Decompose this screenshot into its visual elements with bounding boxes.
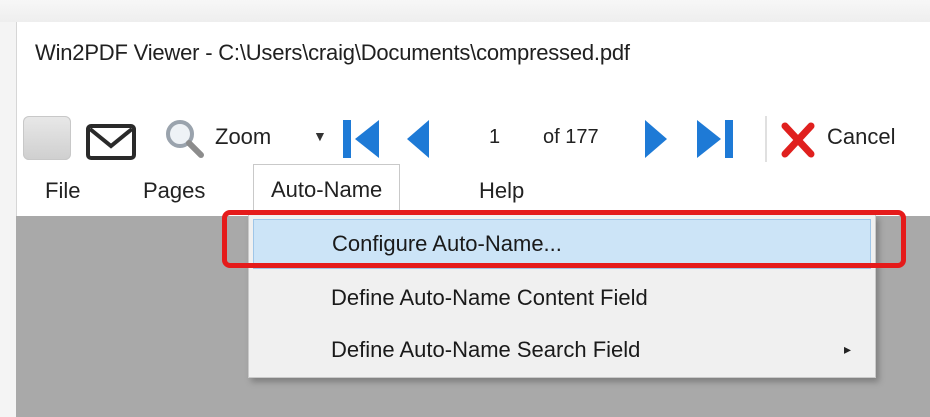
desktop-strip xyxy=(0,0,930,22)
previous-page-button[interactable] xyxy=(403,116,433,162)
magnifier-icon xyxy=(166,120,204,158)
menu-item-define-search-field[interactable]: Define Auto-Name Search Field ▸ xyxy=(253,325,871,375)
menu-bar: File Pages Auto-Name Help xyxy=(17,164,930,216)
first-page-button[interactable] xyxy=(341,116,383,162)
cancel-button[interactable] xyxy=(779,120,817,160)
menu-item-label: Define Auto-Name Search Field xyxy=(331,337,641,362)
last-page-icon xyxy=(697,120,733,158)
last-page-button[interactable] xyxy=(693,116,739,162)
menu-item-label: Define Auto-Name Content Field xyxy=(331,285,648,310)
cancel-label[interactable]: Cancel xyxy=(827,124,895,150)
zoom-label[interactable]: Zoom xyxy=(215,124,271,150)
menu-item-define-content-field[interactable]: Define Auto-Name Content Field xyxy=(253,273,871,323)
first-page-icon xyxy=(343,120,379,158)
annotation-highlight-box xyxy=(222,210,906,268)
print-button[interactable] xyxy=(23,116,71,160)
zoom-dropdown-icon[interactable]: ▼ xyxy=(313,128,327,144)
window-title: Win2PDF Viewer - C:\Users\craig\Document… xyxy=(35,40,630,65)
menu-help[interactable]: Help xyxy=(469,172,534,210)
page-count-label: of 177 xyxy=(543,126,599,148)
zoom-button[interactable] xyxy=(163,118,205,160)
submenu-arrow-icon: ▸ xyxy=(843,341,851,357)
envelope-icon xyxy=(86,124,136,160)
close-icon xyxy=(781,122,815,158)
toolbar-separator xyxy=(765,116,767,162)
previous-page-icon xyxy=(407,120,429,158)
menu-file[interactable]: File xyxy=(35,172,90,210)
menu-auto-name[interactable]: Auto-Name xyxy=(253,164,401,216)
menu-pages[interactable]: Pages xyxy=(133,172,215,210)
page-number-input[interactable]: 1 xyxy=(489,126,500,149)
toolbar: Zoom ▼ 1 of 177 Cancel xyxy=(17,102,930,162)
next-page-button[interactable] xyxy=(641,116,671,162)
next-page-icon xyxy=(645,120,667,158)
email-button[interactable] xyxy=(85,122,139,162)
